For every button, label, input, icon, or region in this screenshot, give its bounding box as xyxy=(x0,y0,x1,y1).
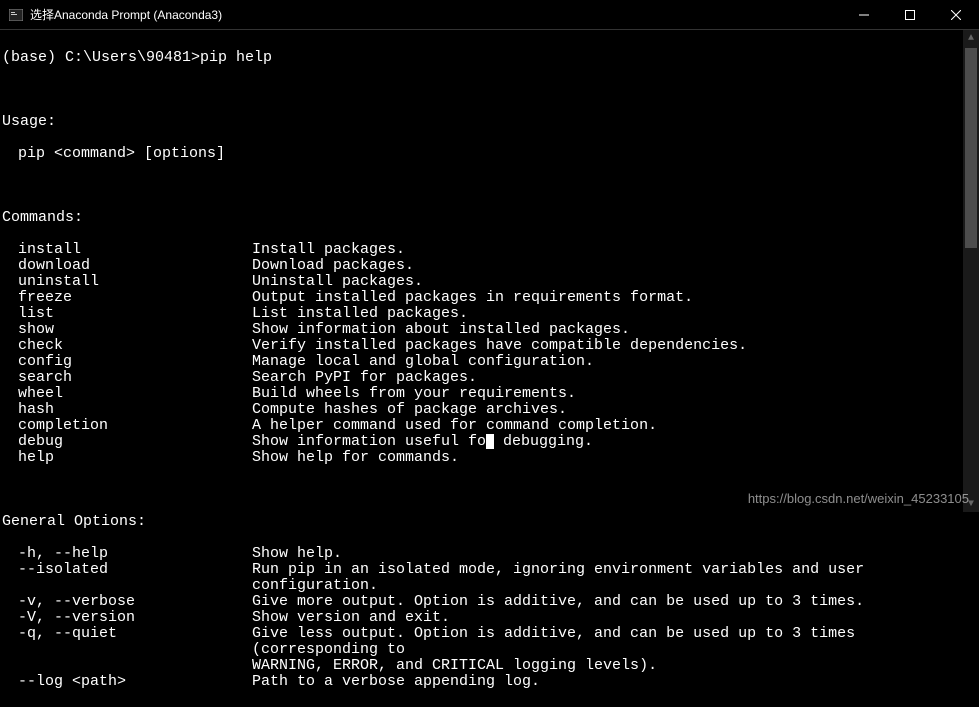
command-row: wheelBuild wheels from your requirements… xyxy=(2,386,979,402)
command-row: completionA helper command used for comm… xyxy=(2,418,979,434)
command-desc: Download packages. xyxy=(252,258,414,274)
command-name: wheel xyxy=(18,386,252,402)
command-row: downloadDownload packages. xyxy=(2,258,979,274)
option-name: -V, --version xyxy=(18,610,252,626)
scroll-down-icon[interactable]: ▼ xyxy=(963,496,979,512)
command-name: install xyxy=(18,242,252,258)
command-desc: Compute hashes of package archives. xyxy=(252,402,567,418)
command-desc: Verify installed packages have compatibl… xyxy=(252,338,747,354)
command-desc: Show help for commands. xyxy=(252,450,459,466)
scroll-thumb[interactable] xyxy=(965,48,977,248)
commands-header: Commands: xyxy=(2,210,979,226)
command-desc: List installed packages. xyxy=(252,306,468,322)
command-row: searchSearch PyPI for packages. xyxy=(2,370,979,386)
prompt-prefix: (base) C:\Users\90481> xyxy=(2,49,200,66)
command-name: hash xyxy=(18,402,252,418)
command-desc: Show information about installed package… xyxy=(252,322,630,338)
command-name: search xyxy=(18,370,252,386)
option-row: -q, --quietGive less output. Option is a… xyxy=(2,626,979,658)
options-header: General Options: xyxy=(2,514,979,530)
option-row: --log <path>Path to a verbose appending … xyxy=(2,674,979,690)
terminal-content[interactable]: (base) C:\Users\90481>pip help Usage: pi… xyxy=(0,30,979,706)
command-row: showShow information about installed pac… xyxy=(2,322,979,338)
command-desc: Search PyPI for packages. xyxy=(252,370,477,386)
text-cursor xyxy=(486,434,494,449)
option-name: --isolated xyxy=(18,562,252,578)
command-desc: Install packages. xyxy=(252,242,405,258)
option-desc: Show help. xyxy=(252,546,342,562)
command-name: config xyxy=(18,354,252,370)
command-desc: Output installed packages in requirement… xyxy=(252,290,693,306)
command-name: completion xyxy=(18,418,252,434)
command-row: debugShow information useful fo debuggin… xyxy=(2,434,979,450)
command-desc: Show information useful fo debugging. xyxy=(252,434,593,450)
command-row: configManage local and global configurat… xyxy=(2,354,979,370)
option-row: -v, --verboseGive more output. Option is… xyxy=(2,594,979,610)
command-name: debug xyxy=(18,434,252,450)
usage-header: Usage: xyxy=(2,114,979,130)
command-name: uninstall xyxy=(18,274,252,290)
scroll-up-icon[interactable]: ▲ xyxy=(963,30,979,46)
option-name: -v, --verbose xyxy=(18,594,252,610)
option-row: -h, --helpShow help. xyxy=(2,546,979,562)
command-row: uninstallUninstall packages. xyxy=(2,274,979,290)
app-icon xyxy=(8,7,24,23)
command-row: helpShow help for commands. xyxy=(2,450,979,466)
option-row: --isolatedRun pip in an isolated mode, i… xyxy=(2,562,979,594)
command-name: show xyxy=(18,322,252,338)
prompt-command: pip help xyxy=(200,49,272,66)
option-row: -V, --versionShow version and exit. xyxy=(2,610,979,626)
window-title: 选择Anaconda Prompt (Anaconda3) xyxy=(30,6,841,23)
option-desc: Give less output. Option is additive, an… xyxy=(252,626,972,658)
option-name: --log <path> xyxy=(18,674,252,690)
command-name: list xyxy=(18,306,252,322)
command-desc: A helper command used for command comple… xyxy=(252,418,657,434)
option-name: -h, --help xyxy=(18,546,252,562)
option-desc-cont: WARNING, ERROR, and CRITICAL logging lev… xyxy=(252,658,657,674)
command-row: hashCompute hashes of package archives. xyxy=(2,402,979,418)
command-name: help xyxy=(18,450,252,466)
option-desc: Path to a verbose appending log. xyxy=(252,674,540,690)
option-row-cont: WARNING, ERROR, and CRITICAL logging lev… xyxy=(2,658,979,674)
window-titlebar: 选择Anaconda Prompt (Anaconda3) xyxy=(0,0,979,30)
maximize-button[interactable] xyxy=(887,0,933,30)
vertical-scrollbar[interactable]: ▲ ▼ xyxy=(963,30,979,512)
close-button[interactable] xyxy=(933,0,979,30)
command-row: freezeOutput installed packages in requi… xyxy=(2,290,979,306)
command-desc: Manage local and global configuration. xyxy=(252,354,594,370)
command-row: listList installed packages. xyxy=(2,306,979,322)
option-desc: Run pip in an isolated mode, ignoring en… xyxy=(252,562,972,594)
option-name: -q, --quiet xyxy=(18,626,252,642)
command-name: check xyxy=(18,338,252,354)
window-controls xyxy=(841,0,979,29)
command-name: download xyxy=(18,258,252,274)
command-desc: Build wheels from your requirements. xyxy=(252,386,576,402)
command-desc: Uninstall packages. xyxy=(252,274,423,290)
usage-line: pip <command> [options] xyxy=(2,146,979,162)
prompt-line: (base) C:\Users\90481>pip help xyxy=(2,50,979,66)
option-desc: Give more output. Option is additive, an… xyxy=(252,594,864,610)
command-row: checkVerify installed packages have comp… xyxy=(2,338,979,354)
option-desc: Show version and exit. xyxy=(252,610,450,626)
command-row: installInstall packages. xyxy=(2,242,979,258)
minimize-button[interactable] xyxy=(841,0,887,30)
command-name: freeze xyxy=(18,290,252,306)
